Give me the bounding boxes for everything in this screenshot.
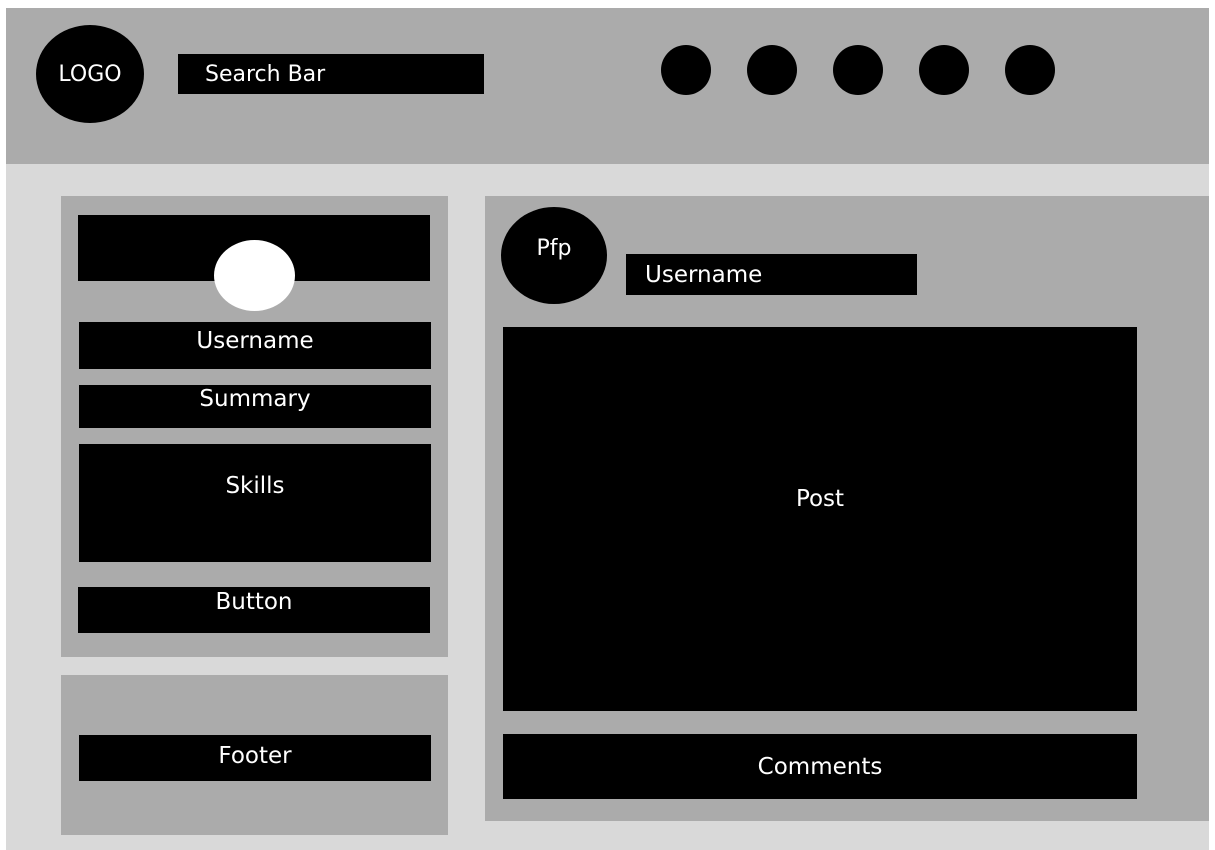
profile-username: Username bbox=[79, 322, 431, 369]
post-username-label: Username bbox=[645, 261, 763, 288]
avatar[interactable] bbox=[214, 240, 295, 311]
post-content[interactable]: Post bbox=[503, 327, 1137, 711]
post-panel: Pfp Username Post Comments bbox=[485, 196, 1209, 821]
nav-circle-icon[interactable] bbox=[661, 45, 711, 95]
post-username[interactable]: Username bbox=[626, 254, 917, 295]
profile-button[interactable]: Button bbox=[78, 587, 430, 633]
pfp-label: Pfp bbox=[536, 236, 572, 261]
nav-circle-icon[interactable] bbox=[1005, 45, 1055, 95]
nav-circle-icon[interactable] bbox=[919, 45, 969, 95]
profile-skills: Skills bbox=[79, 444, 431, 562]
nav-icons bbox=[661, 45, 1055, 95]
nav-circle-icon[interactable] bbox=[833, 45, 883, 95]
post-pfp-avatar[interactable]: Pfp bbox=[501, 207, 607, 304]
profile-summary: Summary bbox=[79, 385, 431, 428]
logo[interactable]: LOGO bbox=[36, 25, 144, 123]
profile-card: Username Summary Skills Button bbox=[61, 196, 448, 657]
nav-circle-icon[interactable] bbox=[747, 45, 797, 95]
comments-label: Comments bbox=[757, 753, 883, 780]
search-bar-label: Search Bar bbox=[205, 61, 326, 87]
footer: Footer bbox=[79, 735, 431, 781]
search-bar[interactable]: Search Bar bbox=[178, 54, 484, 94]
header: LOGO Search Bar bbox=[6, 8, 1209, 164]
footer-panel: Footer bbox=[61, 675, 448, 835]
post-content-label: Post bbox=[795, 486, 845, 512]
comments-section[interactable]: Comments bbox=[503, 734, 1137, 799]
page: LOGO Search Bar Username Summary Skills … bbox=[6, 8, 1209, 850]
logo-text: LOGO bbox=[58, 61, 122, 87]
